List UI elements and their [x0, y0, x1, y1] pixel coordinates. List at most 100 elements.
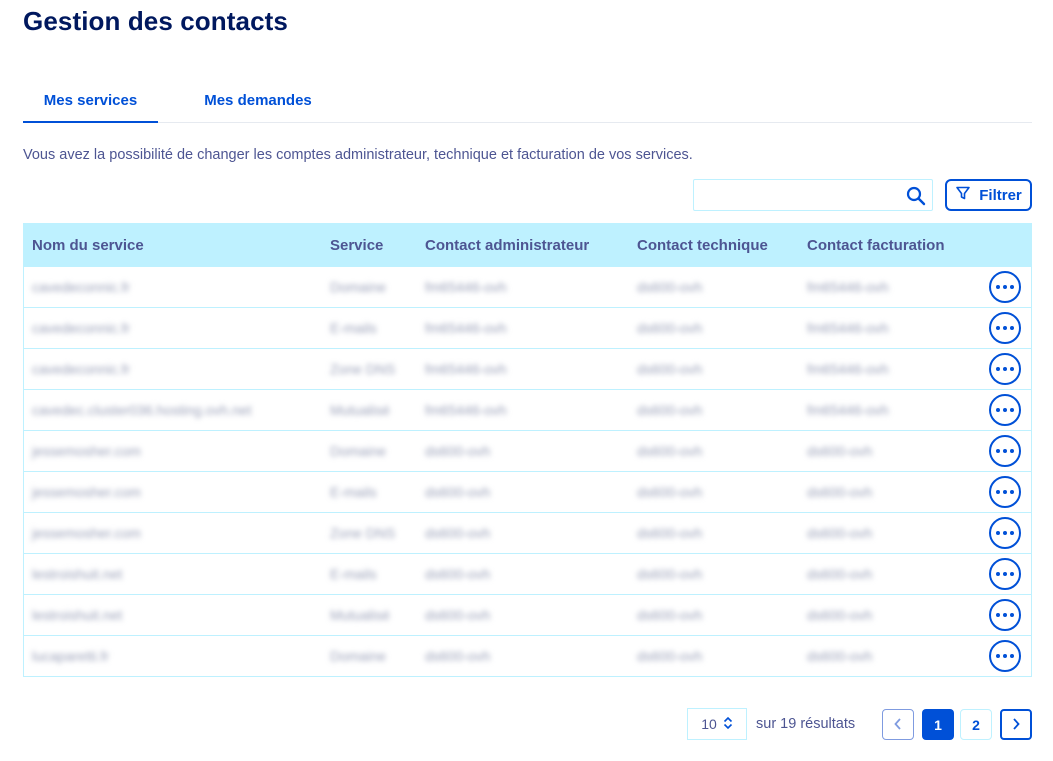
chevron-right-icon — [1011, 717, 1021, 733]
cell-billing-contact: ds600-ovh — [807, 648, 873, 664]
cell-admin-contact: ds600-ovh — [425, 648, 491, 664]
chevron-left-icon — [893, 717, 903, 733]
more-options-icon — [996, 285, 1014, 289]
more-options-icon — [996, 613, 1014, 617]
cell-billing-contact: ds600-ovh — [807, 607, 873, 623]
cell-billing-contact: fm65446-ovh — [807, 402, 889, 418]
table-row: cavedec.cluster036.hosting.ovh.net Mutual… — [24, 389, 1031, 430]
tab-mes-demandes[interactable]: Mes demandes — [158, 82, 358, 122]
more-options-button[interactable] — [989, 558, 1021, 590]
more-options-icon — [996, 531, 1014, 535]
filter-button[interactable]: Filtrer — [945, 179, 1032, 211]
table-row: cavedeconnic.fr E-mails fm65446-ovh ds600-o… — [24, 307, 1031, 348]
cell-admin-contact: fm65446-ovh — [425, 320, 507, 336]
cell-tech-contact: ds600-ovh — [637, 279, 703, 295]
cell-billing-contact: ds600-ovh — [807, 525, 873, 541]
cell-service-name: lestroishuit.net — [32, 566, 123, 582]
cell-service-type: Domaine — [330, 648, 387, 664]
cell-tech-contact: ds600-ovh — [637, 402, 703, 418]
cell-tech-contact: ds600-ovh — [637, 525, 703, 541]
tab-mes-services[interactable]: Mes services — [23, 82, 158, 123]
cell-tech-contact: ds600-ovh — [637, 607, 703, 623]
more-options-button[interactable] — [989, 599, 1021, 631]
more-options-button[interactable] — [989, 353, 1021, 385]
table-row: jessemosher.com Zone DNS ds600-ovh ds600-ov… — [24, 512, 1031, 553]
cell-admin-contact: ds600-ovh — [425, 607, 491, 623]
header-service[interactable]: Service — [330, 237, 383, 254]
search-box — [693, 179, 933, 211]
table-row: lestroishuit.net E-mails ds600-ovh ds600-ov… — [24, 553, 1031, 594]
cell-service-type: Mutualisé — [330, 607, 390, 623]
cell-service-name: jessemosher.com — [32, 525, 141, 541]
page-1-button[interactable]: 1 — [922, 709, 954, 740]
more-options-icon — [996, 449, 1014, 453]
header-nom-du-service[interactable]: Nom du service — [32, 237, 144, 254]
cell-service-name: lestroishuit.net — [32, 607, 123, 623]
more-options-button[interactable] — [989, 312, 1021, 344]
cell-billing-contact: ds600-ovh — [807, 566, 873, 582]
table-row: cavedeconnic.fr Domaine fm65446-ovh ds600-o… — [24, 266, 1031, 307]
cell-service-type: Zone DNS — [330, 361, 396, 377]
cell-tech-contact: ds600-ovh — [637, 648, 703, 664]
more-options-icon — [996, 654, 1014, 658]
cell-service-type: E-mails — [330, 484, 377, 500]
search-input[interactable] — [694, 180, 894, 210]
results-count: sur 19 résultats — [756, 716, 856, 732]
intro-text: Vous avez la possibilité de changer les … — [23, 147, 693, 163]
cell-billing-contact: fm65446-ovh — [807, 320, 889, 336]
filter-icon — [955, 185, 971, 205]
cell-admin-contact: ds600-ovh — [425, 484, 491, 500]
cell-admin-contact: fm65446-ovh — [425, 279, 507, 295]
more-options-button[interactable] — [989, 476, 1021, 508]
page-2-button[interactable]: 2 — [960, 709, 992, 740]
table-body: cavedeconnic.fr Domaine fm65446-ovh ds600-o… — [24, 266, 1031, 676]
per-page-select[interactable]: 10 — [687, 708, 747, 740]
search-icon[interactable] — [904, 184, 928, 208]
more-options-button[interactable] — [989, 394, 1021, 426]
previous-page-button[interactable] — [882, 709, 914, 740]
header-contact-administrateur[interactable]: Contact administrateur — [425, 237, 589, 254]
cell-tech-contact: ds600-ovh — [637, 361, 703, 377]
cell-tech-contact: ds600-ovh — [637, 320, 703, 336]
sort-arrows-icon — [723, 716, 733, 733]
header-contact-facturation[interactable]: Contact facturation — [807, 237, 945, 254]
cell-service-type: Domaine — [330, 443, 387, 459]
more-options-button[interactable] — [989, 517, 1021, 549]
cell-admin-contact: ds600-ovh — [425, 566, 491, 582]
cell-billing-contact: fm65446-ovh — [807, 279, 889, 295]
more-options-button[interactable] — [989, 435, 1021, 467]
cell-service-name: lucaparetti.fr — [32, 648, 110, 664]
filter-label: Filtrer — [979, 186, 1022, 204]
cell-service-type: Zone DNS — [330, 525, 396, 541]
table-row: lestroishuit.net Mutualisé ds600-ovh ds600-… — [24, 594, 1031, 635]
next-page-button[interactable] — [1000, 709, 1032, 740]
table-header: Nom du service Service Contact administr… — [24, 224, 1031, 266]
cell-service-name: cavedeconnic.fr — [32, 361, 131, 377]
cell-tech-contact: ds600-ovh — [637, 484, 703, 500]
header-contact-technique[interactable]: Contact technique — [637, 237, 768, 254]
tabs: Mes services Mes demandes — [23, 82, 1032, 123]
table-row: jessemosher.com E-mails ds600-ovh ds600-ovh… — [24, 471, 1031, 512]
cell-service-type: Mutualisé — [330, 402, 390, 418]
cell-service-name: cavedeconnic.fr — [32, 320, 131, 336]
cell-service-type: Domaine — [330, 279, 387, 295]
table-row: lucaparetti.fr Domaine ds600-ovh ds600-ovh d… — [24, 635, 1031, 676]
cell-service-name: cavedeconnic.fr — [32, 279, 131, 295]
more-options-button[interactable] — [989, 640, 1021, 672]
more-options-icon — [996, 326, 1014, 330]
cell-billing-contact: ds600-ovh — [807, 443, 873, 459]
more-options-button[interactable] — [989, 271, 1021, 303]
more-options-icon — [996, 408, 1014, 412]
cell-billing-contact: ds600-ovh — [807, 484, 873, 500]
cell-admin-contact: ds600-ovh — [425, 443, 491, 459]
cell-admin-contact: ds600-ovh — [425, 525, 491, 541]
cell-service-type: E-mails — [330, 566, 377, 582]
more-options-icon — [996, 367, 1014, 371]
table-row: jessemosher.com Domaine ds600-ovh ds600-ovh… — [24, 430, 1031, 471]
cell-admin-contact: fm65446-ovh — [425, 402, 507, 418]
cell-tech-contact: ds600-ovh — [637, 566, 703, 582]
cell-service-type: E-mails — [330, 320, 377, 336]
more-options-icon — [996, 490, 1014, 494]
page-title: Gestion des contacts — [23, 6, 288, 36]
cell-tech-contact: ds600-ovh — [637, 443, 703, 459]
